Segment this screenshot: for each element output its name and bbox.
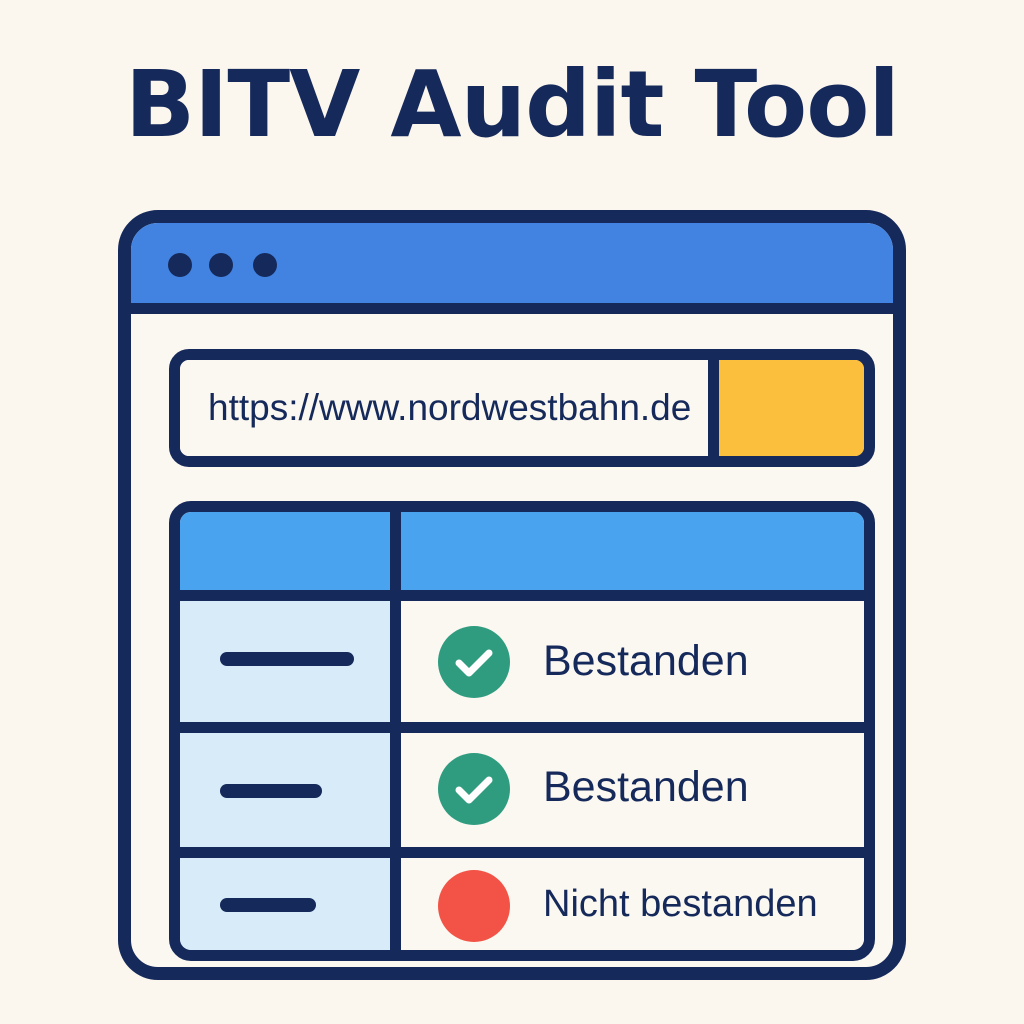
row-divider <box>180 722 864 733</box>
status-label: Bestanden <box>543 637 749 685</box>
table-row[interactable]: Bestanden <box>180 601 864 722</box>
table-row[interactable]: Nicht bestanden <box>180 858 864 950</box>
column-divider <box>390 512 401 950</box>
window-dot-icon[interactable] <box>209 253 233 277</box>
row-status-cell: Bestanden <box>401 733 864 847</box>
row-divider <box>180 847 864 858</box>
audit-button[interactable] <box>719 360 864 456</box>
url-bar: https://www.nordwestbahn.de <box>169 349 875 467</box>
table-row[interactable]: Bestanden <box>180 733 864 847</box>
results-table: Bestanden Bestanden Nicht bestanden <box>169 501 875 961</box>
fail-dot-icon <box>438 870 510 942</box>
check-icon <box>438 753 510 825</box>
status-label: Nicht bestanden <box>543 883 818 925</box>
check-icon <box>438 626 510 698</box>
url-input[interactable]: https://www.nordwestbahn.de <box>180 360 708 456</box>
criterion-placeholder-bar <box>220 652 354 666</box>
criterion-placeholder-bar <box>220 784 322 798</box>
table-header <box>180 512 864 601</box>
app-title: BITV Audit Tool <box>125 51 900 158</box>
window-dot-icon[interactable] <box>168 253 192 277</box>
row-criterion-cell <box>180 601 390 722</box>
row-criterion-cell <box>180 858 390 950</box>
url-bar-divider <box>708 360 719 456</box>
row-criterion-cell <box>180 733 390 847</box>
browser-window: https://www.nordwestbahn.de Bestanden Be… <box>118 210 906 980</box>
row-status-cell: Bestanden <box>401 601 864 722</box>
window-titlebar <box>131 223 893 314</box>
status-label: Bestanden <box>543 763 749 811</box>
row-status-cell: Nicht bestanden <box>401 858 864 950</box>
criterion-placeholder-bar <box>220 898 316 912</box>
window-dot-icon[interactable] <box>253 253 277 277</box>
